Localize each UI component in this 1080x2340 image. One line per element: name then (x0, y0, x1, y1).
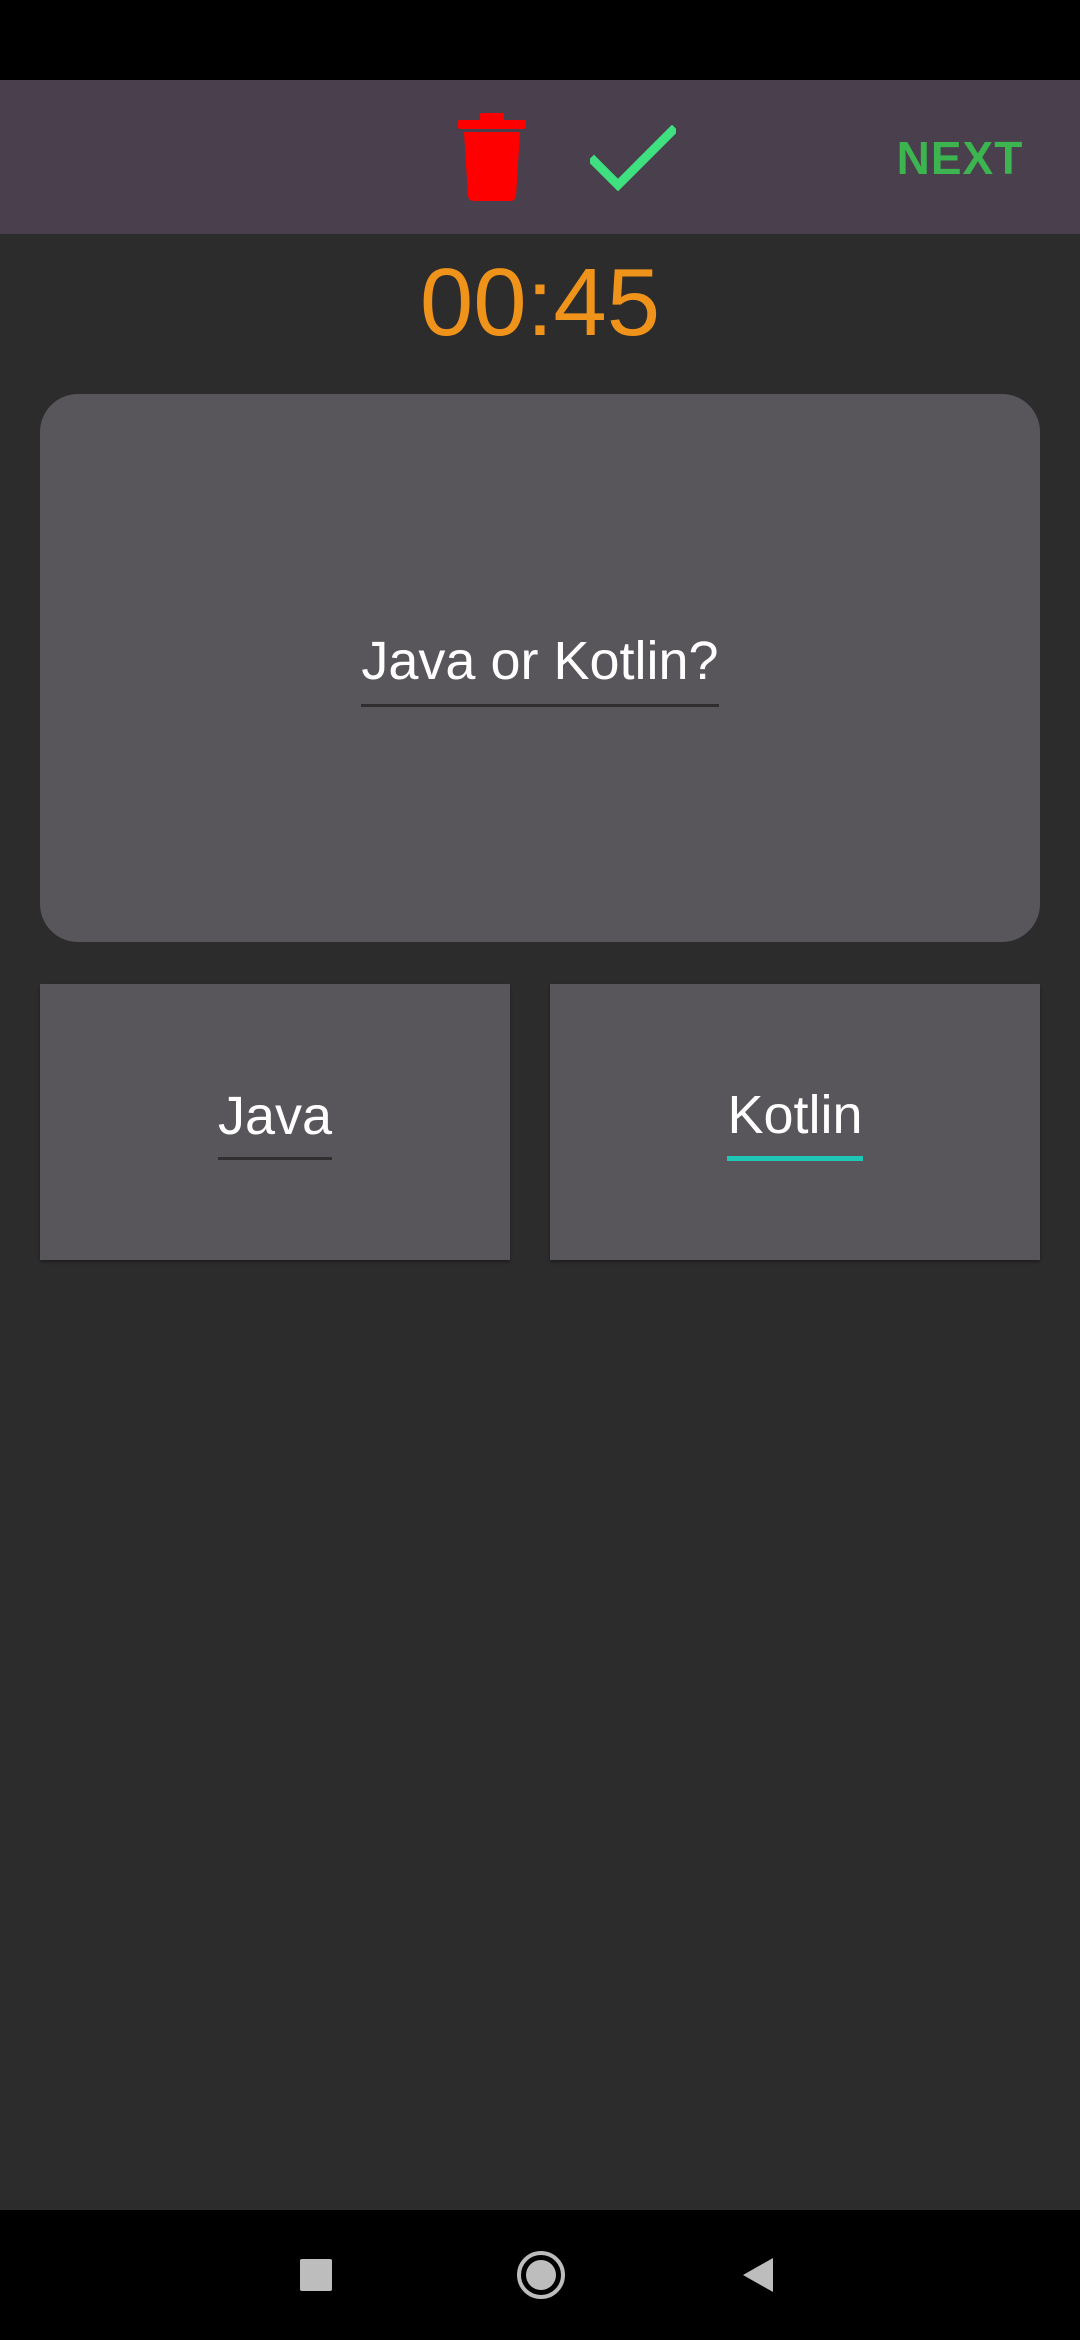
recents-button[interactable] (286, 2240, 346, 2310)
back-triangle-icon (743, 2258, 773, 2292)
countdown-timer: 00:45 (419, 249, 661, 356)
delete-button[interactable] (452, 110, 532, 204)
question-card: Java or Kotlin? (40, 394, 1040, 942)
square-icon (300, 2259, 332, 2291)
confirm-button[interactable] (588, 122, 678, 194)
status-bar (0, 0, 1080, 80)
check-icon (590, 125, 676, 191)
answer-option-java[interactable]: Java (40, 984, 510, 1260)
next-button[interactable]: NEXT (880, 120, 1040, 196)
back-button[interactable] (728, 2240, 788, 2310)
home-button[interactable] (506, 2240, 576, 2310)
home-circle-icon (517, 2251, 565, 2299)
answer-label-selected: Kotlin (727, 1084, 863, 1161)
trash-icon (458, 113, 526, 201)
answer-option-kotlin[interactable]: Kotlin (550, 984, 1040, 1260)
answer-label: Java (217, 1085, 333, 1160)
question-text: Java or Kotlin? (361, 630, 719, 707)
